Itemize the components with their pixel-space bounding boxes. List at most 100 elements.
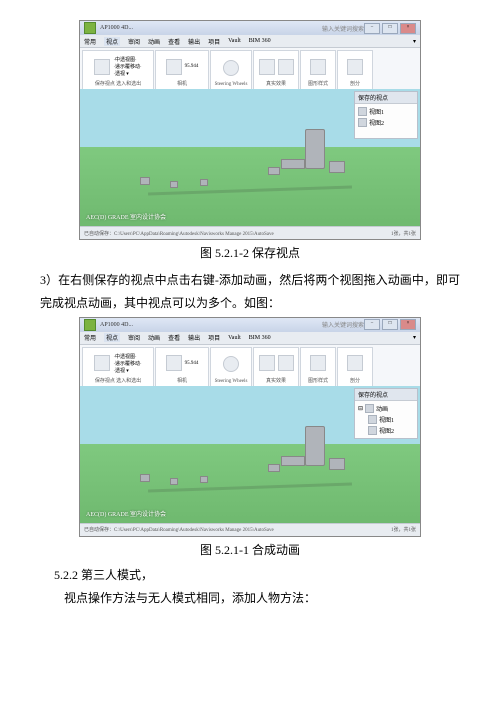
viewport-3d[interactable]: 保存的视点 视图1 视图2 AEC(D) GRADE 室内设计协会 [80,89,420,227]
menu-item[interactable]: 审阅 [128,37,140,46]
animation-item[interactable]: ⊟ 动画 [358,403,414,414]
menu-item[interactable]: 常用 [84,333,96,342]
viewpoint-item[interactable]: 视图2 [358,117,414,128]
watermark: AEC(D) GRADE 室内设计协会 [86,509,166,518]
maximize-button[interactable]: □ [382,23,398,34]
close-button[interactable]: × [400,319,416,330]
coord-value: 95.944 [185,361,199,366]
menu-bar: 常用 视点 审阅 动画 查看 输出 项目 Vault BIM 360 ▾ [80,35,420,48]
viewpoint-label: 视图1 [379,415,394,424]
viewpoint-icon [358,107,367,116]
section-icon[interactable] [347,355,363,371]
viewpoint-label: 视图1 [369,107,384,116]
ribbon-label: 相机 [158,80,206,87]
dropdown-icon[interactable]: ▾ [413,38,416,45]
menu-item[interactable]: 输出 [188,333,200,342]
ribbon-label: 选入和选出 [116,82,141,87]
ribbon-label: 剖分 [340,80,370,87]
window-titlebar: AP1000 4D... 输入关键词搜索 − □ × [80,318,420,332]
menu-item[interactable]: 视点 [104,37,120,46]
menu-bar: 常用 视点 审阅 动画 查看 输出 项目 Vault BIM 360 ▾ [80,332,420,345]
menu-item[interactable]: 视点 [104,333,120,342]
coord-value: 95.944 [185,64,199,69]
animation-label: 动画 [376,404,388,413]
building-model [268,167,280,175]
app-icon [84,22,96,34]
viewpoint-label: 视图2 [369,118,384,127]
viewpoint-item[interactable]: 视图1 [358,414,414,425]
menu-item[interactable]: 动画 [148,37,160,46]
ribbon: ·中透视图··递示覆移动··透视 ▾ 保存视点 选入和选出 95.944 相机 … [80,48,420,93]
viewpoint-item[interactable]: 视图2 [358,425,414,436]
building-model [305,129,325,169]
viewpoint-icon [368,426,377,435]
animation-icon [365,404,374,413]
menu-item[interactable]: 动画 [148,333,160,342]
ribbon-label: 图形样式 [303,377,333,384]
status-bar: 已自动保存：C:\Users\PC\AppData\Roaming\Autode… [80,226,420,239]
road [148,482,352,492]
ribbon: ·中透视图··递示覆移动··透视 ▾ 保存视点 选入和选出 95.944 相机 … [80,345,420,390]
list-number: 3） [40,273,58,287]
menu-item[interactable]: 查看 [168,37,180,46]
ribbon-label: Steering Wheels [213,379,249,384]
viewpoint-item[interactable]: 视图1 [358,106,414,117]
ribbon-label: 剖分 [340,377,370,384]
style-icon[interactable] [310,59,326,75]
saved-viewpoints-panel[interactable]: 保存的视点 视图1 视图2 [354,91,418,139]
close-button[interactable]: × [400,23,416,34]
menu-item[interactable]: 查看 [168,333,180,342]
ribbon-label: 图形样式 [303,80,333,87]
figure-caption-2: 图 5.2.1-1 合成动画 [40,541,460,558]
effect-icon[interactable] [259,355,275,371]
minimize-button[interactable]: − [364,319,380,330]
save-viewpoint-icon[interactable] [94,59,110,75]
status-text: 已自动保存：C:\Users\PC\AppData\Roaming\Autode… [84,526,274,533]
effect-icon[interactable] [278,59,294,75]
building-model [329,458,345,470]
section-heading: 5.2.2 第三人模式， [54,566,460,583]
saved-viewpoints-panel[interactable]: 保存的视点 ⊟动画 视图1 视图2 [354,388,418,439]
menu-item[interactable]: 项目 [208,333,220,342]
window-titlebar: AP1000 4D... 输入关键词搜索 − □ × [80,21,420,35]
menu-item[interactable]: 常用 [84,37,96,46]
camera-icon[interactable] [166,59,182,75]
menu-item[interactable]: 审阅 [128,333,140,342]
viewport-3d[interactable]: 保存的视点 ⊟动画 视图1 视图2 AEC(D) GRADE 室内设计协会 [80,386,420,524]
status-page: 1张，共1张 [391,526,416,533]
building-model [200,476,208,483]
viewpoint-label: 视图2 [379,426,394,435]
dropdown-icon[interactable]: ▾ [413,334,416,341]
ribbon-label: 保存视点 [95,82,115,87]
steering-wheels-icon[interactable] [223,60,239,76]
effect-icon[interactable] [278,355,294,371]
screenshot-2: AP1000 4D... 输入关键词搜索 − □ × 常用 视点 审阅 动画 查… [79,317,421,537]
section-icon[interactable] [347,59,363,75]
menu-item[interactable]: Vault [228,38,241,44]
style-icon[interactable] [310,355,326,371]
ribbon-label: 选入和选出 [116,379,141,384]
viewpoint-icon [358,118,367,127]
effect-icon[interactable] [259,59,275,75]
expand-icon[interactable]: ⊟ [358,405,363,412]
watermark: AEC(D) GRADE 室内设计协会 [86,212,166,221]
panel-header: 保存的视点 [355,92,417,104]
menu-item[interactable]: 输出 [188,37,200,46]
window-title: AP1000 4D... [100,322,322,328]
menu-item[interactable]: 项目 [208,37,220,46]
app-icon [84,319,96,331]
camera-icon[interactable] [166,355,182,371]
menu-item[interactable]: BIM 360 [249,335,271,341]
minimize-button[interactable]: − [364,23,380,34]
paragraph: 视点操作方法与无人模式相同，添加人物方法： [40,587,460,610]
maximize-button[interactable]: □ [382,319,398,330]
menu-item[interactable]: Vault [228,335,241,341]
building-model [281,159,305,169]
menu-item[interactable]: BIM 360 [249,38,271,44]
ribbon-label: Steering Wheels [213,82,249,87]
ribbon-label: 真实效果 [256,80,296,87]
building-model [305,426,325,466]
save-viewpoint-icon[interactable] [94,355,110,371]
building-model [140,474,150,482]
steering-wheels-icon[interactable] [223,356,239,372]
